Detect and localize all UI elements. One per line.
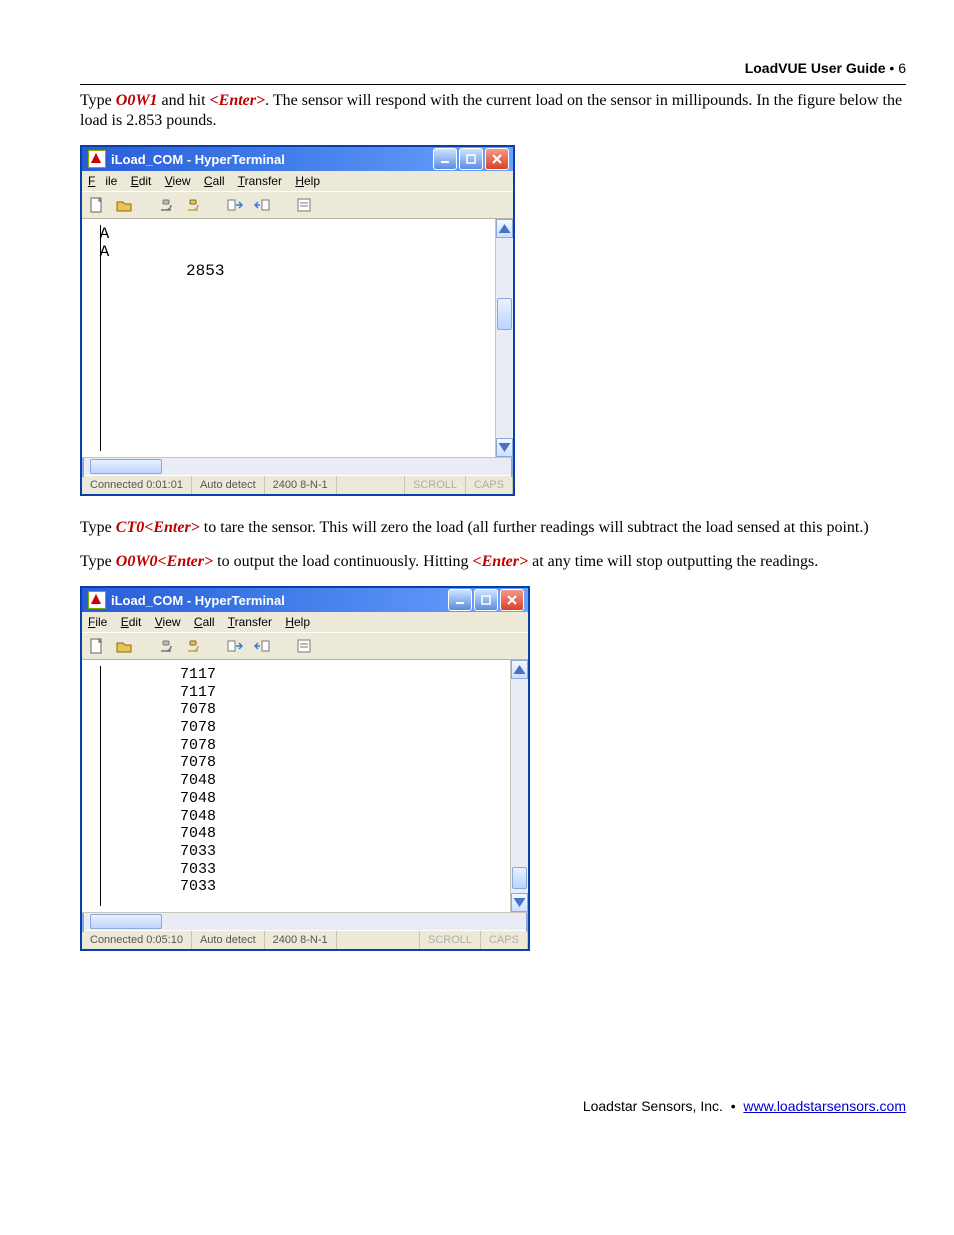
menu-bar: File Edit View Call Transfer Help <box>82 171 513 191</box>
horizontal-scrollbar[interactable] <box>82 912 528 930</box>
page-header: LoadVUE User Guide • 6 <box>80 60 906 76</box>
status-scroll: SCROLL <box>420 931 481 949</box>
scroll-thumb[interactable] <box>497 298 512 330</box>
status-detect: Auto detect <box>192 931 265 949</box>
menu-transfer[interactable]: Transfer <box>228 615 272 629</box>
hscroll-thumb[interactable] <box>90 459 162 474</box>
vertical-scrollbar[interactable] <box>510 660 528 912</box>
title-bar[interactable]: iLoad_COM - HyperTerminal <box>82 147 513 171</box>
title-bar[interactable]: iLoad_COM - HyperTerminal <box>82 588 528 612</box>
vertical-scrollbar[interactable] <box>495 219 513 457</box>
command-enter: <Enter> <box>210 92 266 109</box>
instruction-paragraph-1: Type O0W1 and hit <Enter>. The sensor wi… <box>80 91 906 131</box>
menu-help[interactable]: Help <box>295 174 320 188</box>
open-icon[interactable] <box>115 196 133 214</box>
disconnect-icon[interactable] <box>184 196 202 214</box>
menu-file[interactable]: File <box>88 615 107 629</box>
receive-icon[interactable] <box>253 637 271 655</box>
company-url-link[interactable]: www.loadstarsensors.com <box>743 1098 906 1114</box>
status-protocol: 2400 8-N-1 <box>265 476 337 494</box>
command-o0w1: O0W1 <box>116 92 158 109</box>
scroll-right-icon[interactable] <box>526 913 528 932</box>
app-icon <box>88 591 106 609</box>
terminal-output[interactable]: A A 2853 <box>82 219 495 457</box>
status-scroll: SCROLL <box>405 476 466 494</box>
send-icon[interactable] <box>226 196 244 214</box>
properties-icon[interactable] <box>295 196 313 214</box>
app-icon <box>88 150 106 168</box>
connect-icon[interactable] <box>157 637 175 655</box>
status-bar: Connected 0:01:01 Auto detect 2400 8-N-1… <box>82 475 513 494</box>
close-button[interactable] <box>485 148 509 170</box>
status-connection: Connected 0:05:10 <box>82 931 192 949</box>
menu-transfer[interactable]: Transfer <box>238 174 282 188</box>
disconnect-icon[interactable] <box>184 637 202 655</box>
status-caps: CAPS <box>481 931 528 949</box>
status-caps: CAPS <box>466 476 513 494</box>
command-enter-2: <Enter> <box>473 553 529 570</box>
maximize-button[interactable] <box>459 148 483 170</box>
connect-icon[interactable] <box>157 196 175 214</box>
menu-call[interactable]: Call <box>194 615 215 629</box>
command-ct0: CT0<Enter> <box>116 519 200 536</box>
minimize-button[interactable] <box>433 148 457 170</box>
hyperterminal-window-1: iLoad_COM - HyperTerminal File Edit View… <box>80 145 515 496</box>
guide-title: LoadVUE User Guide <box>745 60 886 76</box>
scroll-up-icon[interactable] <box>511 660 528 679</box>
page-number: 6 <box>898 60 906 76</box>
terminal-output[interactable]: 7117 7117 7078 7078 7078 7078 7048 7048 … <box>82 660 510 912</box>
scroll-right-icon[interactable] <box>511 458 513 477</box>
window-title: iLoad_COM - HyperTerminal <box>111 152 285 167</box>
command-o0w0: O0W0<Enter> <box>116 553 213 570</box>
menu-edit[interactable]: Edit <box>131 174 152 188</box>
menu-bar: File Edit View Call Transfer Help <box>82 612 528 632</box>
status-detect: Auto detect <box>192 476 265 494</box>
menu-view[interactable]: View <box>165 174 191 188</box>
maximize-button[interactable] <box>474 589 498 611</box>
menu-view[interactable]: View <box>155 615 181 629</box>
company-name: Loadstar Sensors, Inc. <box>583 1098 723 1114</box>
status-bar: Connected 0:05:10 Auto detect 2400 8-N-1… <box>82 930 528 949</box>
instruction-paragraph-3: Type O0W0<Enter> to output the load cont… <box>80 552 906 572</box>
close-button[interactable] <box>500 589 524 611</box>
toolbar <box>82 191 513 219</box>
minimize-button[interactable] <box>448 589 472 611</box>
new-icon[interactable] <box>88 196 106 214</box>
instruction-paragraph-2: Type CT0<Enter> to tare the sensor. This… <box>80 518 906 538</box>
window-title: iLoad_COM - HyperTerminal <box>111 593 285 608</box>
new-icon[interactable] <box>88 637 106 655</box>
toolbar <box>82 632 528 660</box>
menu-file[interactable]: File <box>88 174 117 188</box>
hyperterminal-window-2: iLoad_COM - HyperTerminal File Edit View… <box>80 586 530 951</box>
scroll-up-icon[interactable] <box>496 219 513 238</box>
status-connection: Connected 0:01:01 <box>82 476 192 494</box>
header-rule <box>80 84 906 85</box>
menu-help[interactable]: Help <box>285 615 310 629</box>
scroll-down-icon[interactable] <box>496 438 513 457</box>
page-footer: Loadstar Sensors, Inc. • www.loadstarsen… <box>583 1098 906 1114</box>
receive-icon[interactable] <box>253 196 271 214</box>
hscroll-thumb[interactable] <box>90 914 162 929</box>
menu-call[interactable]: Call <box>204 174 225 188</box>
horizontal-scrollbar[interactable] <box>82 457 513 475</box>
status-protocol: 2400 8-N-1 <box>265 931 337 949</box>
properties-icon[interactable] <box>295 637 313 655</box>
open-icon[interactable] <box>115 637 133 655</box>
menu-edit[interactable]: Edit <box>121 615 142 629</box>
scroll-thumb[interactable] <box>512 867 527 889</box>
scroll-down-icon[interactable] <box>511 893 528 912</box>
send-icon[interactable] <box>226 637 244 655</box>
